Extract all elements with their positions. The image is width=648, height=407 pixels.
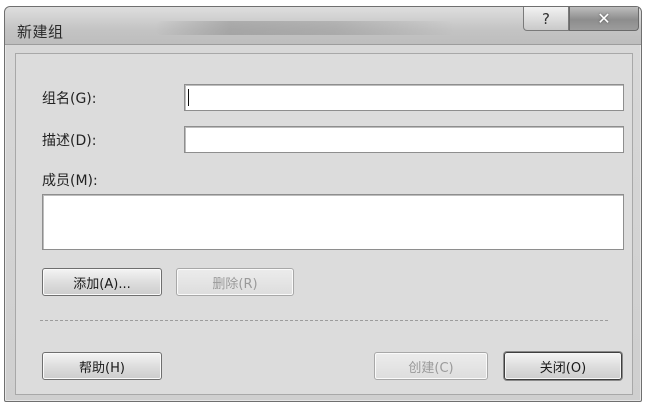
group-name-label: 组名(G): bbox=[42, 91, 97, 107]
separator bbox=[40, 320, 608, 321]
close-title-button[interactable]: ✕ bbox=[569, 7, 639, 31]
help-title-button[interactable]: ? bbox=[523, 7, 569, 31]
group-name-input[interactable] bbox=[184, 84, 624, 111]
close-button[interactable]: 关闭(O) bbox=[504, 352, 622, 380]
title-bar[interactable]: 新建组 ? ✕ bbox=[5, 7, 641, 45]
help-label: 帮助(H) bbox=[79, 360, 125, 376]
create-button[interactable]: 创建(C) bbox=[374, 352, 488, 380]
description-input[interactable] bbox=[184, 126, 624, 153]
create-label: 创建(C) bbox=[408, 360, 454, 376]
remove-member-label: 删除(R) bbox=[212, 276, 258, 292]
close-icon: ✕ bbox=[597, 9, 611, 28]
dialog-body: 组名(G): 描述(D): 成员(M): 添加(A)... 删除(R) 帮助(H… bbox=[15, 53, 633, 395]
help-button[interactable]: 帮助(H) bbox=[42, 352, 162, 380]
members-list[interactable] bbox=[42, 194, 624, 250]
question-mark-icon: ? bbox=[542, 9, 550, 28]
add-member-label: 添加(A)... bbox=[73, 276, 131, 292]
new-group-dialog: 新建组 ? ✕ 组名(G): 描述(D): 成员(M): 添加(A)... 删除… bbox=[4, 6, 642, 402]
description-label: 描述(D): bbox=[42, 133, 97, 149]
text-caret bbox=[188, 89, 189, 106]
close-label: 关闭(O) bbox=[539, 360, 587, 376]
remove-member-button[interactable]: 删除(R) bbox=[176, 268, 294, 296]
members-label: 成员(M): bbox=[42, 173, 98, 189]
add-member-button[interactable]: 添加(A)... bbox=[42, 268, 162, 296]
dialog-title: 新建组 bbox=[17, 23, 64, 41]
title-bar-glass-reflection bbox=[155, 21, 455, 35]
